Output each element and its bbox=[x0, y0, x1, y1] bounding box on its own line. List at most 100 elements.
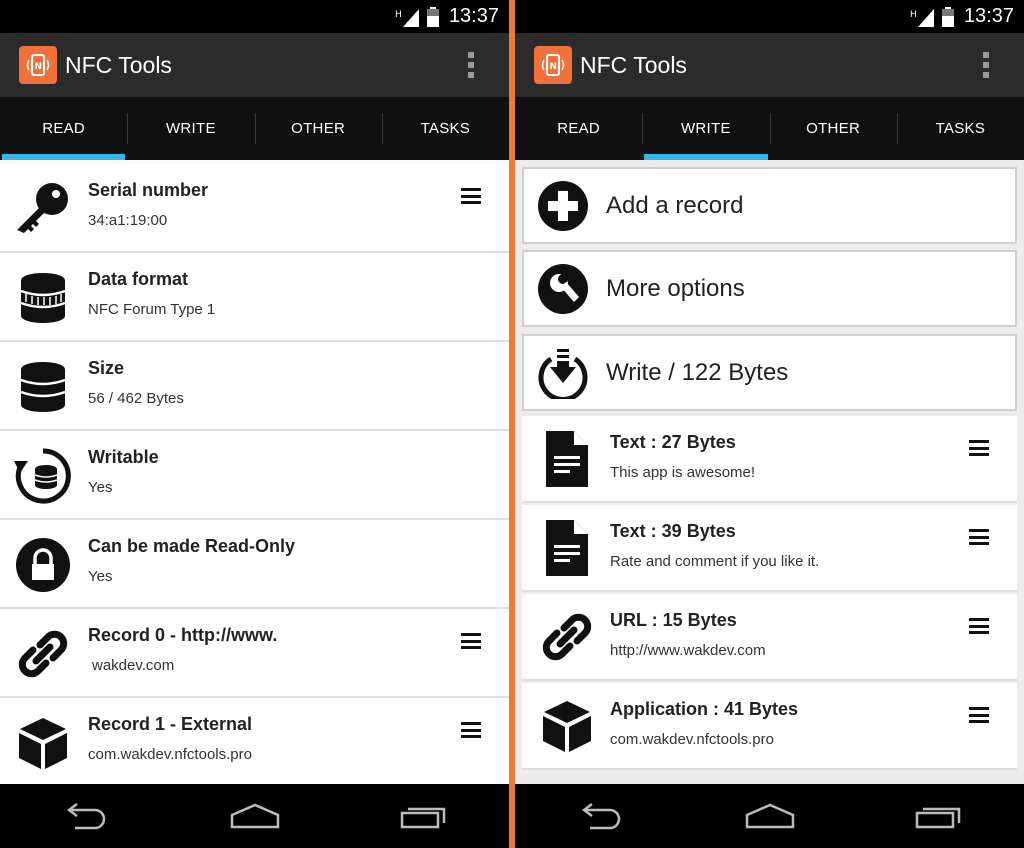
list-item-record-url[interactable]: URL : 15 Bytes http://www.wakdev.com bbox=[522, 594, 1017, 681]
row-title: Record 1 - External bbox=[88, 714, 253, 734]
tab-bar: READ WRITE OTHER TASKS bbox=[0, 97, 509, 160]
write-tag-label: Write / 122 Bytes bbox=[606, 359, 789, 386]
document-icon bbox=[538, 430, 596, 488]
list-item-record-1[interactable]: Record 1 - External com.wakdev.nfctools.… bbox=[0, 698, 509, 784]
tab-write[interactable]: WRITE bbox=[127, 97, 254, 160]
home-icon[interactable] bbox=[685, 784, 855, 848]
row-value: Rate and comment if you like it. bbox=[610, 553, 820, 570]
signal-icon: H bbox=[910, 8, 934, 27]
row-value: This app is awesome! bbox=[610, 464, 756, 481]
lock-icon bbox=[14, 536, 72, 594]
overflow-menu-icon[interactable] bbox=[461, 52, 481, 78]
list-item-record-text-1[interactable]: Text : 27 Bytes This app is awesome! bbox=[522, 416, 1017, 503]
row-value: com.wakdev.nfctools.pro bbox=[610, 731, 774, 748]
link-icon bbox=[538, 608, 596, 666]
signal-icon: H bbox=[395, 8, 419, 27]
status-time: 13:37 bbox=[448, 5, 499, 27]
status-bar: H 13:37 bbox=[0, 0, 509, 33]
svg-text:H: H bbox=[395, 10, 402, 20]
row-title: Serial number bbox=[88, 180, 209, 200]
row-value: 56 / 462 Bytes bbox=[88, 390, 184, 407]
svg-text:N: N bbox=[550, 62, 558, 72]
list-item-serial-number[interactable]: Serial number 34:a1:19:00 bbox=[0, 164, 509, 253]
row-title: Application : 41 Bytes bbox=[610, 699, 799, 719]
database-icon bbox=[14, 358, 72, 416]
battery-icon bbox=[426, 6, 439, 27]
navigation-bar bbox=[0, 784, 509, 848]
recent-apps-icon[interactable] bbox=[854, 784, 1024, 848]
list-item-size[interactable]: Size 56 / 462 Bytes bbox=[0, 342, 509, 431]
list-item-record-text-2[interactable]: Text : 39 Bytes Rate and comment if you … bbox=[522, 505, 1017, 592]
menu-icon[interactable] bbox=[969, 618, 989, 634]
row-value: http://www.wakdev.com bbox=[610, 642, 766, 659]
cube-icon bbox=[538, 697, 596, 755]
back-icon[interactable] bbox=[0, 784, 170, 848]
overflow-menu-icon[interactable] bbox=[976, 52, 996, 78]
add-record-label: Add a record bbox=[606, 192, 744, 219]
row-title: URL : 15 Bytes bbox=[610, 610, 737, 630]
row-value: Yes bbox=[88, 479, 113, 496]
menu-icon[interactable] bbox=[461, 188, 481, 204]
download-circle-icon bbox=[537, 347, 589, 399]
list-item-writable[interactable]: Writable Yes bbox=[0, 431, 509, 520]
back-icon[interactable] bbox=[515, 784, 685, 848]
phone-screen-read: H 13:37 N NFC Tools READ WRITE OTHER TAS… bbox=[0, 0, 509, 848]
row-value: com.wakdev.nfctools.pro bbox=[88, 746, 252, 763]
row-title: Record 0 - http://www. bbox=[88, 625, 278, 645]
tab-read[interactable]: READ bbox=[0, 97, 127, 160]
svg-text:H: H bbox=[910, 10, 917, 20]
tab-tasks[interactable]: TASKS bbox=[381, 97, 509, 160]
row-title: Data format bbox=[88, 269, 189, 289]
tab-tasks[interactable]: TASKS bbox=[896, 97, 1024, 160]
tab-write[interactable]: WRITE bbox=[642, 97, 769, 160]
wrench-icon bbox=[537, 263, 589, 315]
more-options-label: More options bbox=[606, 275, 745, 302]
cube-icon bbox=[14, 714, 72, 772]
row-title: Writable bbox=[88, 447, 159, 467]
status-time: 13:37 bbox=[963, 5, 1014, 27]
more-options-button[interactable]: More options bbox=[522, 250, 1017, 327]
key-icon bbox=[14, 180, 72, 238]
list-item-record-application[interactable]: Application : 41 Bytes com.wakdev.nfctoo… bbox=[522, 683, 1017, 770]
tab-other[interactable]: OTHER bbox=[769, 97, 897, 160]
database-icon bbox=[14, 269, 72, 327]
svg-text:N: N bbox=[35, 62, 43, 72]
tab-read[interactable]: READ bbox=[515, 97, 642, 160]
row-value: 34:a1:19:00 bbox=[88, 212, 168, 229]
row-value: Yes bbox=[88, 568, 113, 585]
row-title: Text : 39 Bytes bbox=[610, 521, 736, 541]
list-item-record-0[interactable]: Record 0 - http://www. wakdev.com bbox=[0, 609, 509, 698]
menu-icon[interactable] bbox=[969, 440, 989, 456]
tab-other[interactable]: OTHER bbox=[254, 97, 382, 160]
link-icon bbox=[14, 625, 72, 683]
row-title: Size bbox=[88, 358, 125, 378]
refresh-database-icon bbox=[14, 447, 72, 505]
document-icon bbox=[538, 519, 596, 577]
menu-icon[interactable] bbox=[461, 633, 481, 649]
nfc-app-icon[interactable]: N bbox=[19, 46, 57, 84]
row-title: Can be made Read-Only bbox=[88, 536, 296, 556]
row-value: NFC Forum Type 1 bbox=[88, 301, 216, 318]
write-tag-button[interactable]: Write / 122 Bytes bbox=[522, 334, 1017, 411]
app-title: NFC Tools bbox=[65, 52, 172, 78]
status-bar: H 13:37 bbox=[515, 0, 1024, 33]
row-title: Text : 27 Bytes bbox=[610, 432, 736, 452]
add-circle-icon bbox=[537, 180, 589, 232]
tab-bar: READ WRITE OTHER TASKS bbox=[515, 97, 1024, 160]
battery-icon bbox=[941, 6, 954, 27]
app-title: NFC Tools bbox=[580, 52, 687, 78]
menu-icon[interactable] bbox=[969, 707, 989, 723]
recent-apps-icon[interactable] bbox=[339, 784, 509, 848]
home-icon[interactable] bbox=[170, 784, 340, 848]
navigation-bar bbox=[515, 784, 1024, 848]
add-record-button[interactable]: Add a record bbox=[522, 167, 1017, 244]
write-panel[interactable]: Add a record More options Write / 122 By… bbox=[515, 160, 1024, 784]
list-item-data-format[interactable]: Data format NFC Forum Type 1 bbox=[0, 253, 509, 342]
phone-screen-write: H 13:37 N NFC Tools READ WRITE OTHER TAS… bbox=[515, 0, 1024, 848]
menu-icon[interactable] bbox=[969, 529, 989, 545]
nfc-app-icon[interactable]: N bbox=[534, 46, 572, 84]
tag-info-list[interactable]: Serial number 34:a1:19:00 Data format NF… bbox=[0, 160, 509, 784]
action-bar: N NFC Tools bbox=[0, 33, 509, 97]
list-item-read-only[interactable]: Can be made Read-Only Yes bbox=[0, 520, 509, 609]
menu-icon[interactable] bbox=[461, 722, 481, 738]
